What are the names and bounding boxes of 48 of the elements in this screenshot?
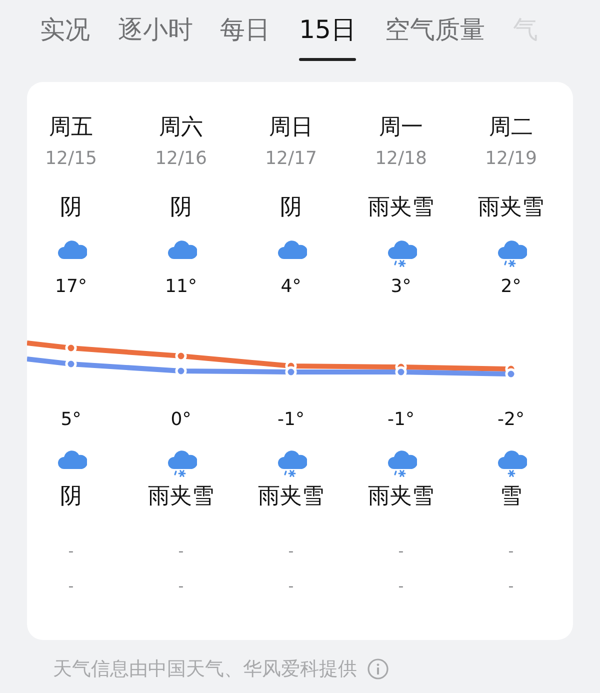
weekday-label: 周五 — [49, 114, 93, 142]
placeholder-dash: - — [398, 576, 404, 596]
night-condition: 雨夹雪 — [258, 483, 324, 511]
low-temperature: -2° — [498, 408, 524, 432]
tab[interactable]: 逐小时 — [118, 12, 193, 48]
date-label: 12/16 — [155, 147, 207, 171]
night-condition: 阴 — [60, 483, 82, 511]
low-temperature: -1° — [388, 408, 414, 432]
placeholder-dash: - — [398, 541, 404, 561]
date-label: 12/15 — [45, 147, 97, 171]
tab[interactable]: 每日 — [220, 12, 270, 48]
weekday-label: 周一 — [379, 114, 423, 142]
day-condition: 雨夹雪 — [478, 194, 544, 222]
low-temperature: 5° — [60, 408, 82, 432]
night-condition: 雨夹雪 — [368, 483, 434, 511]
tab[interactable]: 15日 — [299, 12, 356, 48]
high-temperature: 17° — [55, 275, 87, 299]
source-note: 天气信息由中国天气、华风爱科提供 — [53, 657, 357, 682]
weekday-label: 周日 — [269, 114, 313, 142]
tab[interactable]: 实况 — [40, 12, 90, 48]
placeholder-dash: - — [68, 576, 74, 596]
day-condition: 阴 — [280, 194, 302, 222]
placeholder-dash: - — [288, 576, 294, 596]
low-temperature: 0° — [170, 408, 192, 432]
high-temperature: 11° — [165, 275, 197, 299]
placeholder-dash: - — [178, 541, 184, 561]
date-label: 12/18 — [375, 147, 427, 171]
tab-underline — [299, 58, 356, 61]
day-condition: 雨夹雪 — [368, 194, 434, 222]
info-icon[interactable] — [367, 658, 389, 680]
high-temperature: 4° — [280, 275, 302, 299]
placeholder-dash: - — [508, 541, 514, 561]
night-condition: 雪 — [500, 483, 522, 511]
low-temperature: -1° — [278, 408, 304, 432]
placeholder-dash: - — [178, 576, 184, 596]
date-label: 12/17 — [265, 147, 317, 171]
weekday-label: 周二 — [489, 114, 533, 142]
placeholder-dash: - — [68, 541, 74, 561]
date-label: 12/19 — [485, 147, 537, 171]
placeholder-dash: - — [508, 576, 514, 596]
day-condition: 阴 — [170, 194, 192, 222]
placeholder-dash: - — [288, 541, 294, 561]
day-condition: 阴 — [60, 194, 82, 222]
night-condition: 雨夹雪 — [148, 483, 214, 511]
high-temperature: 3° — [390, 275, 412, 299]
weekday-label: 周六 — [159, 114, 203, 142]
high-temperature: 2° — [500, 275, 522, 299]
tab[interactable]: 空气质量 — [385, 12, 485, 48]
